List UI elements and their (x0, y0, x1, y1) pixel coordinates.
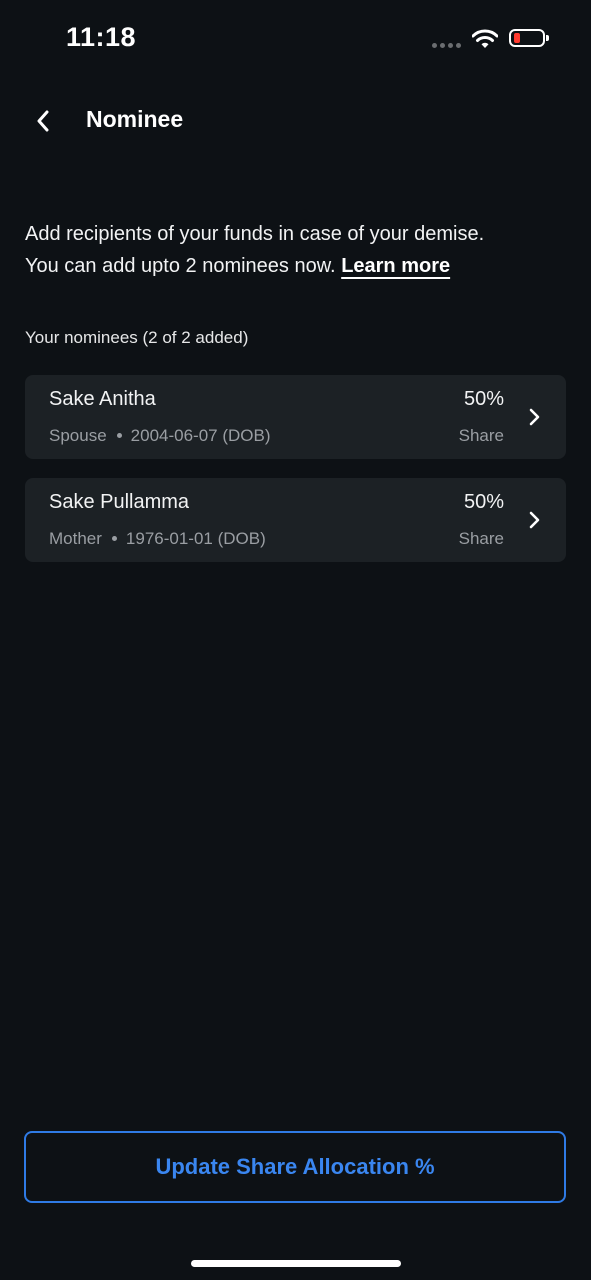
signal-dots-icon (432, 43, 464, 49)
wifi-icon (472, 29, 498, 48)
nominee-relation: Spouse (49, 426, 107, 445)
nominee-relation: Mother (49, 529, 102, 548)
intro-line-1: Add recipients of your funds in case of … (25, 223, 485, 245)
update-share-allocation-button[interactable]: Update Share Allocation % (24, 1131, 566, 1203)
nominee-name: Sake Anitha (49, 388, 156, 410)
nominee-meta: Mother 1976-01-01 (DOB) (49, 529, 266, 549)
nominee-share-percent: 50% (463, 388, 504, 410)
nominee-name: Sake Pullamma (49, 491, 190, 513)
intro-line-2-text: You can add upto 2 nominees now. (25, 255, 336, 277)
nominee-share-percent: 50% (463, 491, 504, 513)
learn-more-link[interactable]: Learn more (341, 255, 450, 277)
separator-dot (111, 536, 117, 542)
nominee-meta: Spouse 2004-06-07 (DOB) (49, 426, 271, 446)
nominee-dob: 2004-06-07 (DOB) (130, 426, 271, 445)
battery-low-icon (509, 29, 549, 47)
nominee-card[interactable]: Sake Anitha Spouse 2004-06-07 (DOB) 50% S… (25, 375, 566, 459)
intro-line-2: You can add upto 2 nominees now. Learn m… (25, 250, 565, 282)
page-title: Nominee (86, 106, 184, 132)
chevron-left-icon (37, 110, 49, 132)
intro-text: Add recipients of your funds in case of … (25, 218, 565, 282)
nominee-share-label: Share (458, 529, 504, 548)
nominee-card[interactable]: Sake Pullamma Mother 1976-01-01 (DOB) 50%… (25, 478, 566, 562)
nominees-section-label: Your nominees (2 of 2 added) (25, 328, 249, 347)
chevron-right-icon (529, 511, 540, 529)
header: Nominee (0, 96, 591, 146)
nominee-share-label: Share (458, 426, 504, 445)
back-button[interactable] (26, 104, 60, 138)
separator-dot (116, 433, 122, 439)
status-bar: 11:18 (0, 0, 591, 80)
home-indicator (191, 1260, 401, 1267)
nominee-list: Sake Anitha Spouse 2004-06-07 (DOB) 50% S… (25, 375, 566, 581)
nominee-dob: 1976-01-01 (DOB) (125, 529, 266, 548)
chevron-right-icon (529, 408, 540, 426)
status-time: 11:18 (66, 22, 137, 52)
